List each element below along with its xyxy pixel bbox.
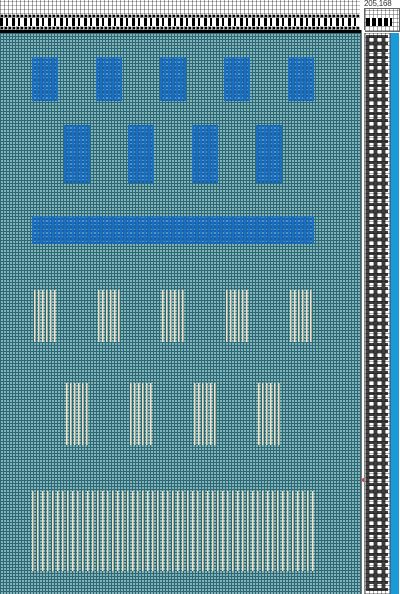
tan-motif (290, 290, 312, 342)
blue-motif (64, 125, 90, 183)
tan-motif (98, 290, 120, 342)
tieup-marks (366, 18, 392, 26)
tan-motif (258, 383, 282, 445)
blue-motif (160, 57, 186, 101)
blue-motif (192, 125, 218, 183)
tan-motif (162, 290, 184, 342)
tan-band (32, 491, 316, 571)
blue-motif (128, 125, 154, 183)
blue-motif (96, 57, 122, 101)
blue-motif (224, 57, 250, 101)
blue-motif (256, 125, 282, 183)
weft-color-bar[interactable] (390, 33, 399, 594)
cursor-counter: 205,168 (364, 0, 392, 8)
tan-motif (34, 290, 56, 342)
tan-motif (130, 383, 154, 445)
blue-band (32, 216, 314, 244)
tan-motif (66, 383, 90, 445)
drawdown-canvas[interactable] (0, 33, 361, 594)
tan-motif (226, 290, 248, 342)
blue-motif (32, 57, 58, 101)
tan-motif (194, 383, 218, 445)
blue-motif (288, 57, 314, 101)
threading-marks (0, 18, 360, 26)
treadling-marks (366, 35, 388, 591)
